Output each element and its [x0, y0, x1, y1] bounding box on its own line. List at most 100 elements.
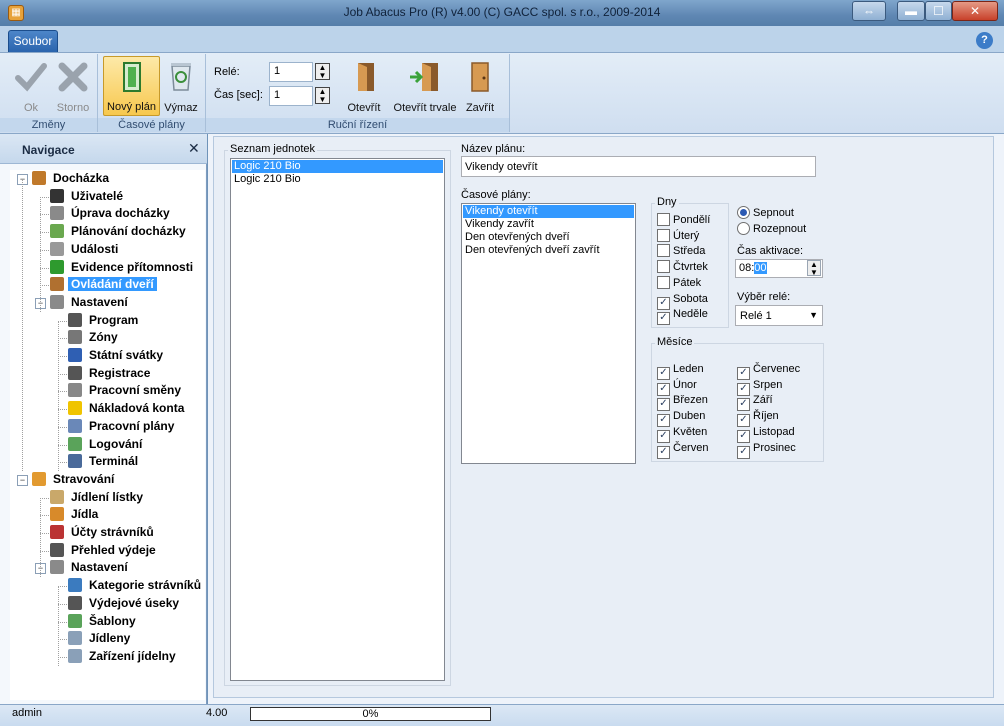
vymaz-button[interactable]: Výmaz	[162, 56, 200, 116]
navigation-close-icon[interactable]: ✕	[188, 140, 200, 157]
day-label: Úterý	[673, 229, 700, 242]
day-checkbox[interactable]: Úterý	[657, 228, 700, 243]
otevrit-button[interactable]: Otevřít	[343, 56, 385, 116]
cas-spinner[interactable]: ▲ ▼	[315, 87, 330, 104]
relay-select[interactable]: Relé 1 ▼	[735, 305, 823, 326]
day-checkbox[interactable]: Středa	[657, 244, 705, 258]
nav-item[interactable]: Události	[50, 241, 121, 258]
day-checkbox[interactable]: ✓ Sobota	[657, 292, 708, 310]
nav-item[interactable]: Pracovní plány	[68, 418, 177, 435]
month-checkbox[interactable]: ✓ Září	[737, 393, 773, 412]
nav-item[interactable]: Program	[68, 312, 141, 329]
units-listbox[interactable]: Logic 210 Bio Logic 210 Bio	[230, 158, 445, 681]
nav-item[interactable]: Výdejové úseky	[68, 595, 182, 612]
nav-item-label: Terminál	[89, 454, 139, 469]
nav-item[interactable]: Docházka	[32, 170, 112, 187]
progress-bar: 0%	[250, 707, 491, 721]
day-checkbox[interactable]: Pondělí	[657, 213, 710, 227]
nav-item[interactable]: Jídlení lístky	[50, 489, 146, 506]
tree-expander[interactable]: −	[17, 474, 28, 486]
ok-button[interactable]: Ok	[10, 56, 52, 116]
month-checkbox[interactable]: ✓ Červen	[657, 441, 708, 459]
cas-input[interactable]: 1	[269, 86, 313, 106]
novy-plan-button[interactable]: Nový plán	[103, 56, 160, 116]
templates-icon	[68, 613, 82, 628]
nav-item-label: Pracovní směny	[89, 383, 182, 398]
month-label: Září	[753, 394, 773, 407]
month-checkbox[interactable]: ✓ Duben	[657, 409, 705, 428]
tree-connector	[40, 214, 49, 216]
plan-name-input[interactable]: Vikendy otevřít	[461, 156, 816, 177]
nav-item[interactable]: Logování	[68, 436, 145, 453]
day-checkbox[interactable]: Čtvrtek	[657, 260, 708, 274]
zavrit-button[interactable]: Zavřít	[461, 56, 499, 116]
nav-item[interactable]: Stravování	[32, 471, 117, 488]
nav-item[interactable]: Přehled výdeje	[50, 542, 159, 559]
month-checkbox[interactable]: ✓ Srpen	[737, 378, 783, 396]
month-checkbox[interactable]: ✓ Říjen	[737, 409, 779, 428]
group-label-casove-plany: Časové plány	[98, 118, 205, 132]
restore-arrows-icon[interactable]: ⇔	[852, 1, 886, 21]
nav-item[interactable]: Registrace	[68, 365, 153, 382]
day-checkbox[interactable]: ✓ Neděle	[657, 307, 708, 326]
month-checkbox[interactable]: ✓ Březen	[657, 393, 708, 412]
nav-item[interactable]: Státní svátky	[68, 347, 166, 364]
month-label: Srpen	[753, 378, 783, 391]
nav-item[interactable]: Úprava docházky	[50, 205, 173, 222]
door-icon	[50, 277, 64, 292]
plan-list-item[interactable]: Den otevřených dveří zavřít	[463, 244, 634, 257]
month-checkbox[interactable]: ✓ Listopad	[737, 425, 795, 443]
tab-soubor[interactable]: Soubor	[8, 30, 58, 52]
rozepnout-radio[interactable]: Rozepnout	[737, 222, 806, 236]
nav-item[interactable]: Pracovní směny	[68, 382, 184, 399]
month-checkbox[interactable]: ✓ Prosinec	[737, 441, 796, 459]
plan-list-item[interactable]: Vikendy zavřít	[463, 218, 634, 231]
nav-item[interactable]: Nastavení	[50, 294, 131, 311]
nav-item-label: Logování	[89, 436, 143, 451]
navigation-tree[interactable]: Docházka − Uživatelé Úprava docházky Plánová…	[10, 170, 205, 700]
nav-item[interactable]: Zóny	[68, 329, 121, 346]
nav-item[interactable]: Plánování docházky	[50, 223, 189, 240]
plan-list-item[interactable]: Vikendy otevřít	[463, 205, 634, 218]
nav-item[interactable]: Evidence přítomnosti	[50, 259, 196, 276]
otevrit-trvale-button[interactable]: Otevřít trvale	[391, 56, 459, 116]
nav-item[interactable]: Zařízení jídelny	[68, 648, 179, 665]
unit-list-item[interactable]: Logic 210 Bio	[232, 160, 443, 173]
month-checkbox[interactable]: ✓ Květen	[657, 425, 707, 443]
flag-icon	[68, 348, 82, 362]
open-door-icon	[358, 63, 374, 91]
day-label: Čtvrtek	[673, 261, 708, 274]
nav-item[interactable]: Uživatelé	[50, 188, 126, 205]
nav-item[interactable]: Jídla	[50, 506, 101, 523]
close-icon[interactable]: ✕	[952, 1, 998, 21]
nav-item[interactable]: Šablony	[68, 613, 139, 630]
nav-item[interactable]: Nastavení	[50, 559, 131, 576]
month-checkbox[interactable]: ✓ Únor	[657, 378, 697, 396]
rele-spinner[interactable]: ▲ ▼	[315, 63, 330, 80]
storno-button[interactable]: Storno	[52, 56, 94, 116]
checkmark-icon	[15, 63, 47, 92]
minimize-icon[interactable]: ▬	[897, 1, 925, 21]
zones-icon	[68, 330, 82, 345]
nav-item[interactable]: Jídleny	[68, 630, 133, 647]
nav-item[interactable]: Účty strávníků	[50, 524, 157, 541]
maximize-icon[interactable]: ☐	[925, 1, 952, 21]
month-checkbox[interactable]: ✓ Červenec	[737, 362, 800, 380]
rele-input[interactable]: 1	[269, 62, 313, 82]
nav-item[interactable]: Kategorie strávníků	[68, 577, 204, 594]
nav-item[interactable]: Nákladová konta	[68, 400, 187, 417]
help-icon[interactable]: ?	[976, 32, 993, 49]
nav-item[interactable]: Ovládání dveří	[50, 276, 157, 293]
tree-connector	[58, 356, 67, 357]
day-checkbox[interactable]: Pátek	[657, 275, 701, 290]
nav-item-label: Jídleny	[89, 631, 131, 646]
navigation-title: Navigace	[22, 143, 75, 157]
plan-list-item[interactable]: Den otevřených dveří	[463, 231, 634, 244]
activation-spinner[interactable]: ▲ ▼	[807, 260, 821, 277]
month-checkbox[interactable]: ✓ Leden	[657, 362, 704, 380]
plans-listbox[interactable]: Vikendy otevřít Vikendy zavřít Den otevřen…	[461, 203, 636, 464]
unit-list-item[interactable]: Logic 210 Bio	[232, 173, 443, 186]
program-icon	[68, 312, 82, 327]
sepnout-radio[interactable]: Sepnout	[737, 206, 794, 220]
nav-item[interactable]: Terminál	[68, 453, 141, 470]
